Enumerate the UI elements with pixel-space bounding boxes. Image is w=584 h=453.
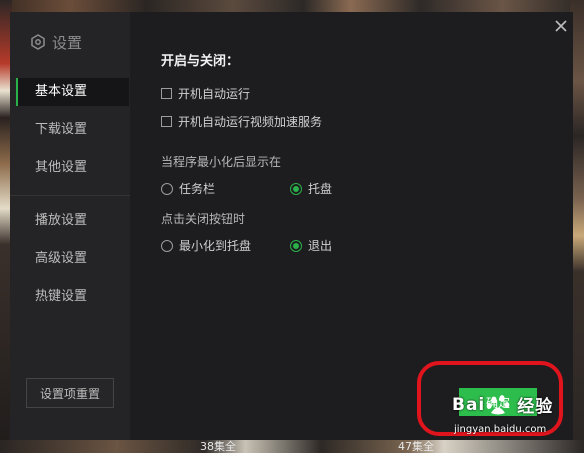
baidu-paw-icon <box>486 394 510 414</box>
autostart-accel-label: 开机自动运行视频加速服务 <box>178 115 323 129</box>
sidebar-item-other-settings[interactable]: 其他设置 <box>16 154 129 182</box>
option-label: 退出 <box>308 239 333 253</box>
reset-settings-button[interactable]: 设置项重置 <box>26 378 114 408</box>
background-thumbnails-bottom <box>0 440 584 453</box>
sidebar-item-advanced-settings[interactable]: 高级设置 <box>16 245 129 273</box>
baidu-watermark: Bai 经验 <box>450 392 554 418</box>
sidebar-item-basic-settings[interactable]: 基本设置 <box>16 78 129 106</box>
option-label: 托盘 <box>308 182 333 196</box>
background-thumbnails-top <box>0 0 584 12</box>
autostart-accel-checkbox[interactable] <box>161 116 172 127</box>
close-minimize-to-tray-option[interactable]: 最小化到托盘 <box>161 237 251 254</box>
background-caption: 47集全 <box>398 440 434 453</box>
watermark-brand-suffix: 经验 <box>517 397 554 417</box>
radio-button[interactable] <box>161 239 173 252</box>
option-label: 任务栏 <box>179 182 216 196</box>
sidebar-item-hotkey-settings[interactable]: 热键设置 <box>16 283 129 311</box>
option-label: 最小化到托盘 <box>179 239 252 253</box>
minimize-tray-option[interactable]: 托盘 <box>290 180 332 197</box>
autostart-checkbox[interactable] <box>161 88 172 99</box>
background-caption: 38集全 <box>200 440 236 453</box>
radio-button-selected[interactable] <box>290 182 302 195</box>
settings-sidebar: 设置 基本设置 下载设置 其他设置 播放设置 高级设置 热键设置 设置项重置 <box>10 12 130 440</box>
section-title: 开启与关闭： <box>161 54 240 69</box>
radio-button-selected[interactable] <box>290 239 302 252</box>
close-group-label: 点击关闭按钮时 <box>161 212 246 226</box>
sidebar-divider <box>10 195 130 196</box>
settings-hexagon-icon <box>31 34 45 50</box>
autostart-accel-checkbox-row[interactable]: 开机自动运行视频加速服务 <box>161 113 322 130</box>
watermark-brand: Bai <box>452 394 486 415</box>
sidebar-item-download-settings[interactable]: 下载设置 <box>16 116 129 144</box>
sidebar-title-text: 设置 <box>52 33 83 52</box>
autostart-checkbox-row[interactable]: 开机自动运行 <box>161 85 250 102</box>
autostart-label: 开机自动运行 <box>178 87 251 101</box>
minimize-group-label: 当程序最小化后显示在 <box>161 155 282 169</box>
close-exit-option[interactable]: 退出 <box>290 237 332 254</box>
radio-button[interactable] <box>161 182 173 195</box>
watermark-url: jingyan.baidu.com <box>454 424 547 435</box>
minimize-taskbar-option[interactable]: 任务栏 <box>161 180 215 197</box>
sidebar-title: 设置 <box>30 32 82 52</box>
close-icon[interactable] <box>553 18 569 34</box>
sidebar-item-playback-settings[interactable]: 播放设置 <box>16 207 129 235</box>
